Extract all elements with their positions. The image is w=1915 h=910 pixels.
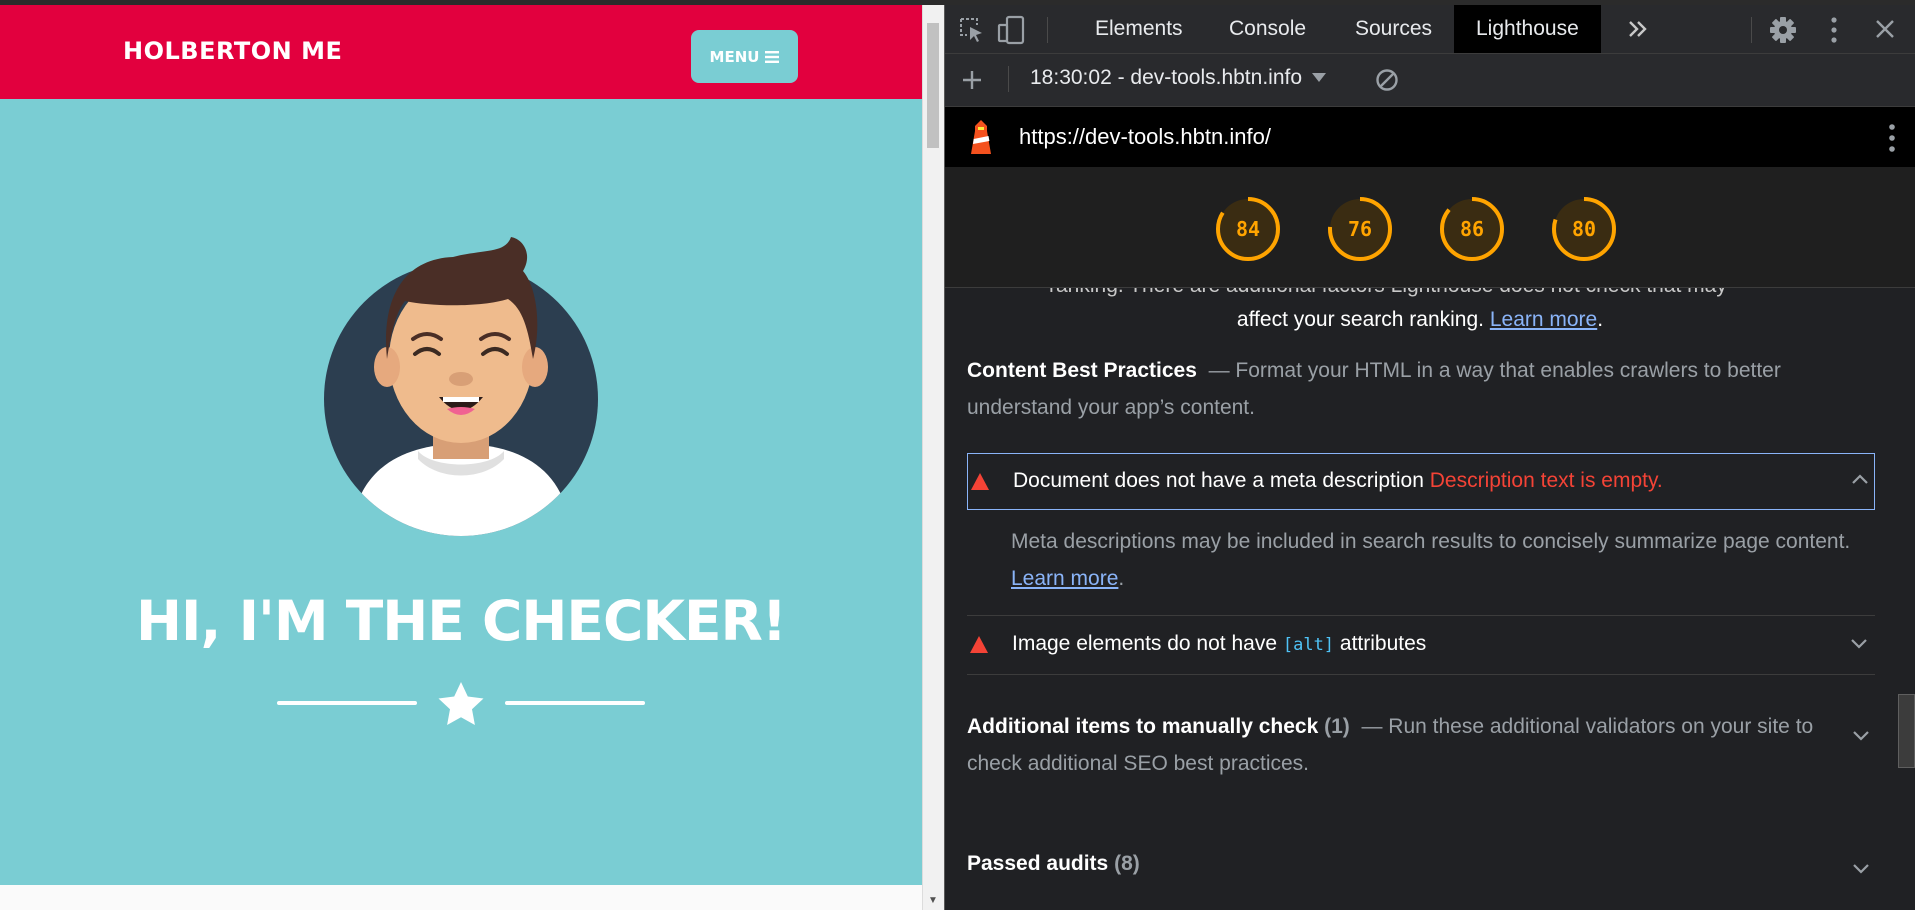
star-divider xyxy=(277,682,645,725)
site-navbar: HOLBERTON ME MENU xyxy=(0,5,922,99)
report-scrollbar-thumb[interactable] xyxy=(1898,694,1915,768)
audit-title: Document does not have a meta descriptio… xyxy=(1013,469,1663,493)
group-title: Additional items to manually check xyxy=(967,715,1319,738)
site-brand[interactable]: HOLBERTON ME xyxy=(123,37,342,65)
page-scrollbar[interactable]: ▼ xyxy=(922,5,944,910)
audit-description: Meta descriptions may be included in sea… xyxy=(1011,530,1851,590)
report-url[interactable]: https://dev-tools.hbtn.info/ xyxy=(1019,124,1271,150)
score-gauge[interactable]: 80 xyxy=(1551,196,1617,262)
group-title: Passed audits xyxy=(967,852,1109,875)
audit-title-text: Document does not have a meta descriptio… xyxy=(1013,469,1424,492)
inspect-element-icon[interactable] xyxy=(959,17,985,43)
seo-intro-text: affect your search ranking. Learn more. xyxy=(1236,308,1604,331)
chevron-down-icon[interactable] xyxy=(1853,864,1869,874)
report-selector-label: 18:30:02 - dev-tools.hbtn.info xyxy=(1030,66,1303,89)
page-scrollbar-thumb[interactable] xyxy=(927,23,939,148)
tab-lighthouse[interactable]: Lighthouse xyxy=(1454,5,1601,53)
group-separator: — xyxy=(1202,359,1236,382)
audit-meta-description[interactable]: Document does not have a meta descriptio… xyxy=(967,453,1875,510)
devtools-tabbar: Elements Console Sources Lighthouse xyxy=(945,5,1915,54)
score-value: 86 xyxy=(1459,217,1485,241)
lighthouse-logo-icon xyxy=(971,120,991,154)
devtools-panel: Elements Console Sources Lighthouse 18:3… xyxy=(945,5,1915,910)
score-value: 76 xyxy=(1347,217,1373,241)
group-count: (1) xyxy=(1324,715,1350,738)
avatar xyxy=(324,237,598,536)
tabbar-separator xyxy=(1047,17,1048,43)
audit-title-prefix: Image elements do not have xyxy=(1012,632,1278,655)
learn-more-link[interactable]: Learn more xyxy=(1490,308,1597,331)
hero-section: HI, I'M THE CHECKER! xyxy=(0,99,922,885)
device-toolbar-icon[interactable] xyxy=(997,15,1027,45)
content-best-practices-group: Content Best Practices — Format your HTM… xyxy=(967,352,1847,426)
menu-button[interactable]: MENU xyxy=(691,30,798,83)
manual-check-group[interactable]: Additional items to manually check (1) —… xyxy=(967,708,1847,782)
divider xyxy=(967,674,1875,675)
seo-intro-sentence: affect your search ranking. xyxy=(1236,308,1484,331)
hamburger-icon xyxy=(765,50,780,63)
gear-icon[interactable] xyxy=(1769,16,1797,44)
learn-more-link[interactable]: Learn more xyxy=(1011,567,1118,590)
tab-sources[interactable]: Sources xyxy=(1355,5,1432,53)
toolbar-separator xyxy=(1008,66,1009,92)
page-bottom-strip xyxy=(0,885,922,910)
more-tabs-icon[interactable] xyxy=(1627,18,1649,40)
audit-description-text: Meta descriptions may be included in sea… xyxy=(1011,530,1851,553)
kebab-menu-icon[interactable] xyxy=(1829,16,1839,44)
chevron-down-icon[interactable] xyxy=(1853,731,1869,741)
audit-title-suffix: attributes xyxy=(1339,632,1427,655)
audit-error-text: Description text is empty. xyxy=(1429,469,1663,492)
report-selector[interactable]: 18:30:02 - dev-tools.hbtn.info xyxy=(1030,66,1327,90)
menu-label: MENU xyxy=(709,47,760,66)
report-scrollbar[interactable] xyxy=(1895,288,1915,910)
chevron-up-icon xyxy=(1852,474,1868,484)
tabbar-separator xyxy=(1751,17,1752,43)
chevron-down-icon xyxy=(1851,639,1867,649)
lighthouse-toolbar: 18:30:02 - dev-tools.hbtn.info xyxy=(945,54,1915,107)
passed-audits-group[interactable]: Passed audits (8) xyxy=(967,845,1847,882)
score-gauge[interactable]: 84 xyxy=(1215,196,1281,262)
score-value: 84 xyxy=(1235,217,1261,241)
close-icon[interactable] xyxy=(1875,19,1895,39)
lighthouse-report: ranking. There are additional factors Li… xyxy=(945,288,1895,910)
score-gauge[interactable]: 86 xyxy=(1439,196,1505,262)
dropdown-arrow-icon xyxy=(1312,73,1327,82)
cutoff-text: ranking. There are additional factors Li… xyxy=(1049,288,1727,298)
plus-icon[interactable] xyxy=(961,69,983,91)
fail-triangle-icon xyxy=(970,636,988,653)
alt-code: [alt] xyxy=(1282,635,1335,655)
clear-block-icon[interactable] xyxy=(1375,68,1399,92)
group-count: (8) xyxy=(1114,852,1140,875)
report-menu-icon[interactable] xyxy=(1887,123,1897,153)
score-value: 80 xyxy=(1571,217,1597,241)
audit-image-alt[interactable]: Image elements do not have [alt] attribu… xyxy=(967,616,1875,674)
score-gauge[interactable]: 76 xyxy=(1327,196,1393,262)
report-url-bar: https://dev-tools.hbtn.info/ xyxy=(945,107,1915,167)
website-viewport: HOLBERTON ME MENU HI, I'M THE CHECKER! xyxy=(0,0,922,910)
group-title: Content Best Practices xyxy=(967,359,1197,382)
fail-triangle-icon xyxy=(971,473,989,490)
tab-console[interactable]: Console xyxy=(1229,5,1306,53)
tab-elements[interactable]: Elements xyxy=(1095,5,1183,53)
audit-title: Image elements do not have [alt] attribu… xyxy=(1012,632,1426,656)
group-separator: — xyxy=(1355,715,1389,738)
star-icon xyxy=(438,682,484,725)
hero-title: HI, I'M THE CHECKER! xyxy=(136,589,787,653)
score-gauges: 84 76 86 80 xyxy=(945,167,1915,288)
scroll-down-arrow-icon[interactable]: ▼ xyxy=(928,895,938,906)
